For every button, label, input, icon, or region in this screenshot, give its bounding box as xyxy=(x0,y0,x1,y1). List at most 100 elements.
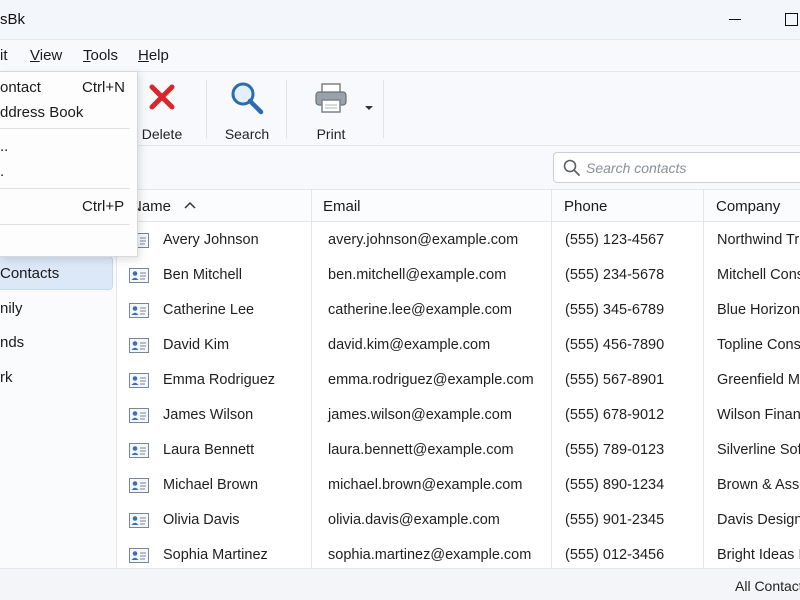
search-button[interactable]: Search xyxy=(220,78,274,142)
column-header-phone[interactable]: Phone xyxy=(564,190,607,222)
menu-item-address-book[interactable]: ddress Book xyxy=(0,101,136,125)
column-header-email[interactable]: Email xyxy=(323,190,361,222)
table-row[interactable]: Laura Bennett laura.bennett@example.com (5… xyxy=(117,433,800,468)
cell-email: avery.johnson@example.com xyxy=(328,232,519,248)
cell-email: laura.bennett@example.com xyxy=(328,442,514,458)
menu-item-export[interactable]: . xyxy=(0,160,136,184)
sidebar-item-label: Contacts xyxy=(0,265,60,282)
contact-card-icon xyxy=(129,408,149,423)
delete-button[interactable]: Delete xyxy=(134,78,190,142)
table-row[interactable]: Sophia Martinez sophia.martinez@example.c… xyxy=(117,538,800,568)
menu-item-exit[interactable] xyxy=(0,230,136,254)
cell-email: catherine.lee@example.com xyxy=(328,302,512,318)
column-header-company[interactable]: Company xyxy=(716,190,780,222)
cell-company: Davis Design xyxy=(717,512,800,528)
table-row[interactable]: David Kim david.kim@example.com (555) 456-… xyxy=(117,328,800,363)
cell-name: Emma Rodriguez xyxy=(163,372,276,388)
sidebar-item-friends[interactable]: nds xyxy=(0,326,113,360)
cell-company: Blue Horizon xyxy=(717,302,800,318)
print-label: Print xyxy=(316,126,346,142)
menu-help[interactable]: Help xyxy=(138,47,169,64)
table-row[interactable]: Ben Mitchell ben.mitchell@example.com (555… xyxy=(117,258,800,293)
cell-phone: (555) 890-1234 xyxy=(565,477,665,493)
toolbar-divider xyxy=(383,80,384,138)
search-input[interactable] xyxy=(586,158,796,178)
cell-phone: (555) 678-9012 xyxy=(565,407,665,423)
search-icon xyxy=(563,159,580,176)
contact-card-icon xyxy=(129,338,149,353)
cell-company: Brown & Asso xyxy=(717,477,800,493)
status-bar: All Contacts xyxy=(0,568,800,600)
sidebar-item-label: rk xyxy=(0,369,13,386)
delete-label: Delete xyxy=(141,126,183,142)
sidebar-item-contacts[interactable]: Contacts xyxy=(0,256,113,290)
cell-email: olivia.davis@example.com xyxy=(328,512,500,528)
menu-item-new-contact[interactable]: ontact Ctrl+N xyxy=(0,76,136,100)
cell-email: emma.rodriguez@example.com xyxy=(328,372,534,388)
table-row[interactable]: Avery Johnson avery.johnson@example.com (5… xyxy=(117,223,800,258)
cell-name: Olivia Davis xyxy=(163,512,240,528)
cell-phone: (555) 234-5678 xyxy=(565,267,665,283)
search-box[interactable] xyxy=(553,152,800,183)
sidebar-item-work[interactable]: rk xyxy=(0,361,113,395)
title-bar: sBk xyxy=(0,0,800,40)
contact-card-icon xyxy=(129,548,149,563)
magnifier-icon xyxy=(231,82,264,115)
table-row[interactable]: Catherine Lee catherine.lee@example.com (5… xyxy=(117,293,800,328)
table-row[interactable]: Emma Rodriguez emma.rodriguez@example.com… xyxy=(117,363,800,398)
contact-card-icon xyxy=(129,303,149,318)
cell-company: Wilson Financ xyxy=(717,407,800,423)
cell-name: Catherine Lee xyxy=(163,302,255,318)
minimize-button[interactable] xyxy=(712,4,758,34)
window-title: sBk xyxy=(0,11,26,28)
cell-company: Topline Constr xyxy=(717,337,800,353)
table-row[interactable]: Michael Brown michael.brown@example.com (5… xyxy=(117,468,800,503)
cell-phone: (555) 567-8901 xyxy=(565,372,665,388)
cell-email: sophia.martinez@example.com xyxy=(328,547,532,563)
menu-item-import[interactable]: .. xyxy=(0,135,136,159)
cell-name: James Wilson xyxy=(163,407,254,423)
cell-phone: (555) 901-2345 xyxy=(565,512,665,528)
toolbar-divider xyxy=(286,80,287,138)
menu-tools[interactable]: Tools xyxy=(83,47,118,64)
menu-separator xyxy=(0,128,130,129)
cell-company: Greenfield Ma xyxy=(717,372,800,388)
table-row[interactable]: Olivia Davis olivia.davis@example.com (555… xyxy=(117,503,800,538)
cell-company: Silverline Softw xyxy=(717,442,800,458)
maximize-button[interactable] xyxy=(770,4,800,34)
menu-separator xyxy=(0,188,130,189)
cell-phone: (555) 345-6789 xyxy=(565,302,665,318)
cell-phone: (555) 789-0123 xyxy=(565,442,665,458)
cell-name: Laura Bennett xyxy=(163,442,255,458)
contact-card-icon xyxy=(129,268,149,283)
printer-icon xyxy=(315,83,347,113)
sort-ascending-icon xyxy=(184,201,196,209)
cell-company: Bright Ideas In xyxy=(717,547,800,563)
cell-phone: (555) 456-7890 xyxy=(565,337,665,353)
sidebar-item-label: nds xyxy=(0,334,25,351)
contact-card-icon xyxy=(129,373,149,388)
file-menu-dropdown: ontact Ctrl+N ddress Book .. . Ctrl+P xyxy=(0,71,138,257)
cell-phone: (555) 012-3456 xyxy=(565,547,665,563)
cell-phone: (555) 123-4567 xyxy=(565,232,665,248)
menu-edit[interactable]: it xyxy=(0,47,8,64)
sidebar-item-label: nily xyxy=(0,300,23,317)
chevron-down-icon[interactable] xyxy=(364,104,374,112)
cell-name: Michael Brown xyxy=(163,477,259,493)
sidebar-item-family[interactable]: nily xyxy=(0,292,113,326)
table-header: Name Email Phone Company xyxy=(117,190,800,222)
cell-name: Sophia Martinez xyxy=(163,547,268,563)
menu-item-print[interactable]: Ctrl+P xyxy=(0,195,136,219)
cell-email: james.wilson@example.com xyxy=(328,407,512,423)
cell-email: david.kim@example.com xyxy=(328,337,491,353)
table-row[interactable]: James Wilson james.wilson@example.com (555… xyxy=(117,398,800,433)
cell-company: Mitchell Consu xyxy=(717,267,800,283)
menu-view[interactable]: View xyxy=(30,47,62,64)
print-button[interactable]: Print xyxy=(306,78,356,142)
cell-name: Ben Mitchell xyxy=(163,267,242,283)
column-header-name[interactable]: Name xyxy=(131,190,196,222)
x-icon xyxy=(149,84,175,110)
cell-email: michael.brown@example.com xyxy=(328,477,523,493)
contact-card-icon xyxy=(129,478,149,493)
status-text: All Contacts xyxy=(735,578,800,594)
